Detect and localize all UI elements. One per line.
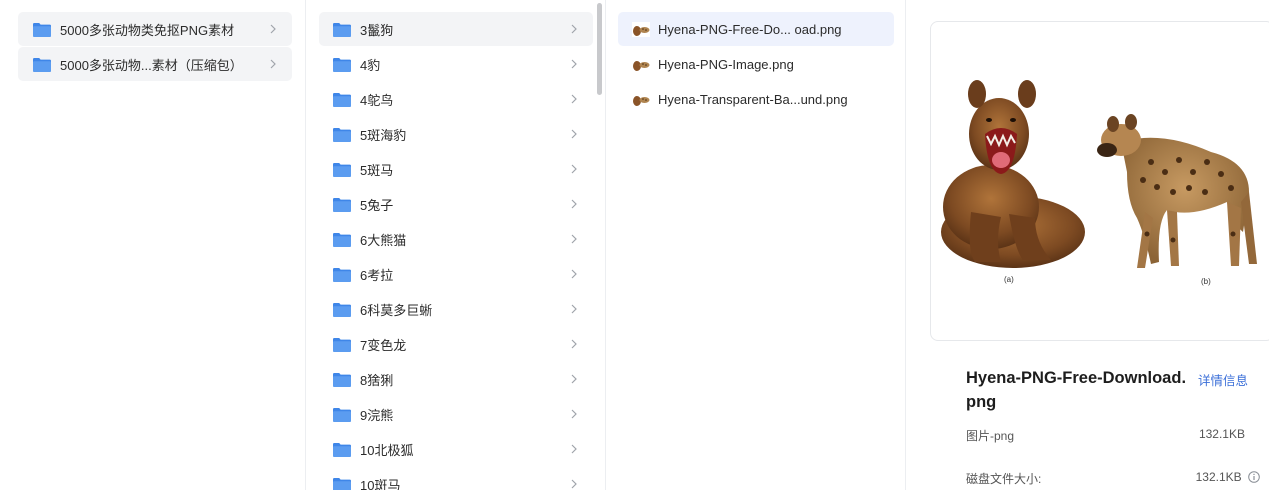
file-name-title: Hyena-PNG-Free-Download.png [966, 369, 1187, 411]
file-size-value: 132.1KB [1198, 427, 1245, 441]
subfolder-item[interactable]: 4豹 [319, 47, 593, 81]
subfolder-label: 10斑马 [360, 477, 401, 490]
folder-icon [333, 127, 351, 142]
subfolder-item[interactable]: 5兔子 [319, 187, 593, 221]
chevron-right-icon [268, 12, 278, 46]
folder-icon [333, 162, 351, 177]
subfolder-label: 4鸵鸟 [360, 92, 394, 108]
folder-label: 5000多张动物类免抠PNG素材 [60, 22, 235, 38]
subfolder-item[interactable]: 3鬣狗 [319, 12, 593, 46]
file-label: Hyena-PNG-Image.png [658, 56, 794, 72]
folder-icon [333, 302, 351, 317]
chevron-right-icon [569, 152, 579, 186]
folder-icon [333, 372, 351, 387]
folder-icon [333, 57, 351, 72]
chevron-right-icon [569, 467, 579, 490]
root-folder-column: 5000多张动物类免抠PNG素材 5000多张动物...素材（压缩包） [0, 0, 305, 490]
chevron-right-icon [569, 432, 579, 466]
chevron-right-icon [569, 222, 579, 256]
file-item[interactable]: Hyena-Transparent-Ba...und.png [618, 82, 894, 116]
folder-icon [333, 232, 351, 247]
folder-item[interactable]: 5000多张动物...素材（压缩包） [18, 47, 292, 81]
folder-icon [33, 57, 51, 72]
folder-icon [333, 92, 351, 107]
subfolder-label: 8猞猁 [360, 372, 394, 388]
disk-size-value: 132.1KB [1195, 470, 1242, 484]
subfolder-label: 6科莫多巨蜥 [360, 302, 433, 318]
folder-icon [333, 197, 351, 212]
file-item[interactable]: Hyena-PNG-Free-Do... oad.png [618, 12, 894, 46]
info-icon[interactable] [1248, 471, 1260, 483]
hyena-thumbnail-icon [632, 56, 650, 72]
folder-icon [33, 22, 51, 37]
subfolder-label: 9浣熊 [360, 407, 394, 423]
file-type-label: 图片-png [966, 429, 1015, 443]
file-item[interactable]: Hyena-PNG-Image.png [618, 47, 894, 81]
folder-icon [333, 22, 351, 37]
chevron-right-icon [569, 187, 579, 221]
file-column: Hyena-PNG-Free-Do... oad.png Hyena-PNG-Im… [605, 0, 905, 490]
subfolder-label: 7变色龙 [360, 337, 407, 353]
subfolder-label: 5斑海豹 [360, 127, 407, 143]
folder-icon [333, 407, 351, 422]
subfolder-item[interactable]: 6大熊猫 [319, 222, 593, 256]
subfolder-label: 5斑马 [360, 162, 394, 178]
hyena-thumbnail-icon [632, 91, 650, 107]
folder-icon [333, 477, 351, 490]
file-label: Hyena-Transparent-Ba...und.png [658, 91, 848, 107]
subfolder-item[interactable]: 4鸵鸟 [319, 82, 593, 116]
details-link[interactable]: 详情信息 [1198, 370, 1248, 389]
subfolder-label: 5兔子 [360, 197, 394, 213]
disk-size-row: 132.1KB [1196, 470, 1260, 484]
hyena-thumbnail-icon [632, 21, 650, 37]
subfolder-item[interactable]: 7变色龙 [319, 327, 593, 361]
chevron-right-icon [268, 47, 278, 81]
caption-a: (a) [1004, 275, 1014, 284]
subfolder-item[interactable]: 5斑海豹 [319, 117, 593, 151]
chevron-right-icon [569, 82, 579, 116]
subfolder-item[interactable]: 5斑马 [319, 152, 593, 186]
folder-label: 5000多张动物...素材（压缩包） [60, 57, 243, 73]
chevron-right-icon [569, 397, 579, 431]
subfolder-label: 6大熊猫 [360, 232, 407, 248]
image-preview: (a) (b) [930, 21, 1269, 341]
file-label: Hyena-PNG-Free-Do... oad.png [658, 21, 842, 37]
chevron-right-icon [569, 117, 579, 151]
folder-icon [333, 267, 351, 282]
caption-b: (b) [1201, 277, 1211, 286]
folder-icon [333, 442, 351, 457]
chevron-right-icon [569, 362, 579, 396]
subfolder-column: 3鬣狗 4豹 4鸵鸟 5斑海豹 5斑马 5兔子 6大熊猫 6考拉 6科莫多巨蜥 7变色龙 8猞猁 9浣… [305, 0, 605, 490]
subfolder-label: 4豹 [360, 57, 381, 73]
subfolder-item[interactable]: 9浣熊 [319, 397, 593, 431]
subfolder-label: 3鬣狗 [360, 22, 394, 38]
subfolder-label: 10北极狐 [360, 442, 414, 458]
hyena-preview-image: (a) (b) [941, 80, 1257, 286]
preview-panel: (a) (b) Hyena-PNG-Free-Download.png 详情信息… [905, 0, 1269, 490]
subfolder-item[interactable]: 10斑马 [319, 467, 593, 490]
folder-item[interactable]: 5000多张动物类免抠PNG素材 [18, 12, 292, 46]
scrollbar-thumb[interactable] [597, 3, 602, 95]
chevron-right-icon [569, 47, 579, 81]
chevron-right-icon [569, 327, 579, 361]
subfolder-item[interactable]: 6考拉 [319, 257, 593, 291]
chevron-right-icon [569, 257, 579, 291]
subfolder-item[interactable]: 10北极狐 [319, 432, 593, 466]
subfolder-item[interactable]: 8猞猁 [319, 362, 593, 396]
subfolder-label: 6考拉 [360, 267, 394, 283]
subfolder-item[interactable]: 6科莫多巨蜥 [319, 292, 593, 326]
chevron-right-icon [569, 12, 579, 46]
folder-icon [333, 337, 351, 352]
chevron-right-icon [569, 292, 579, 326]
disk-size-label: 磁盘文件大小: [966, 472, 1042, 486]
